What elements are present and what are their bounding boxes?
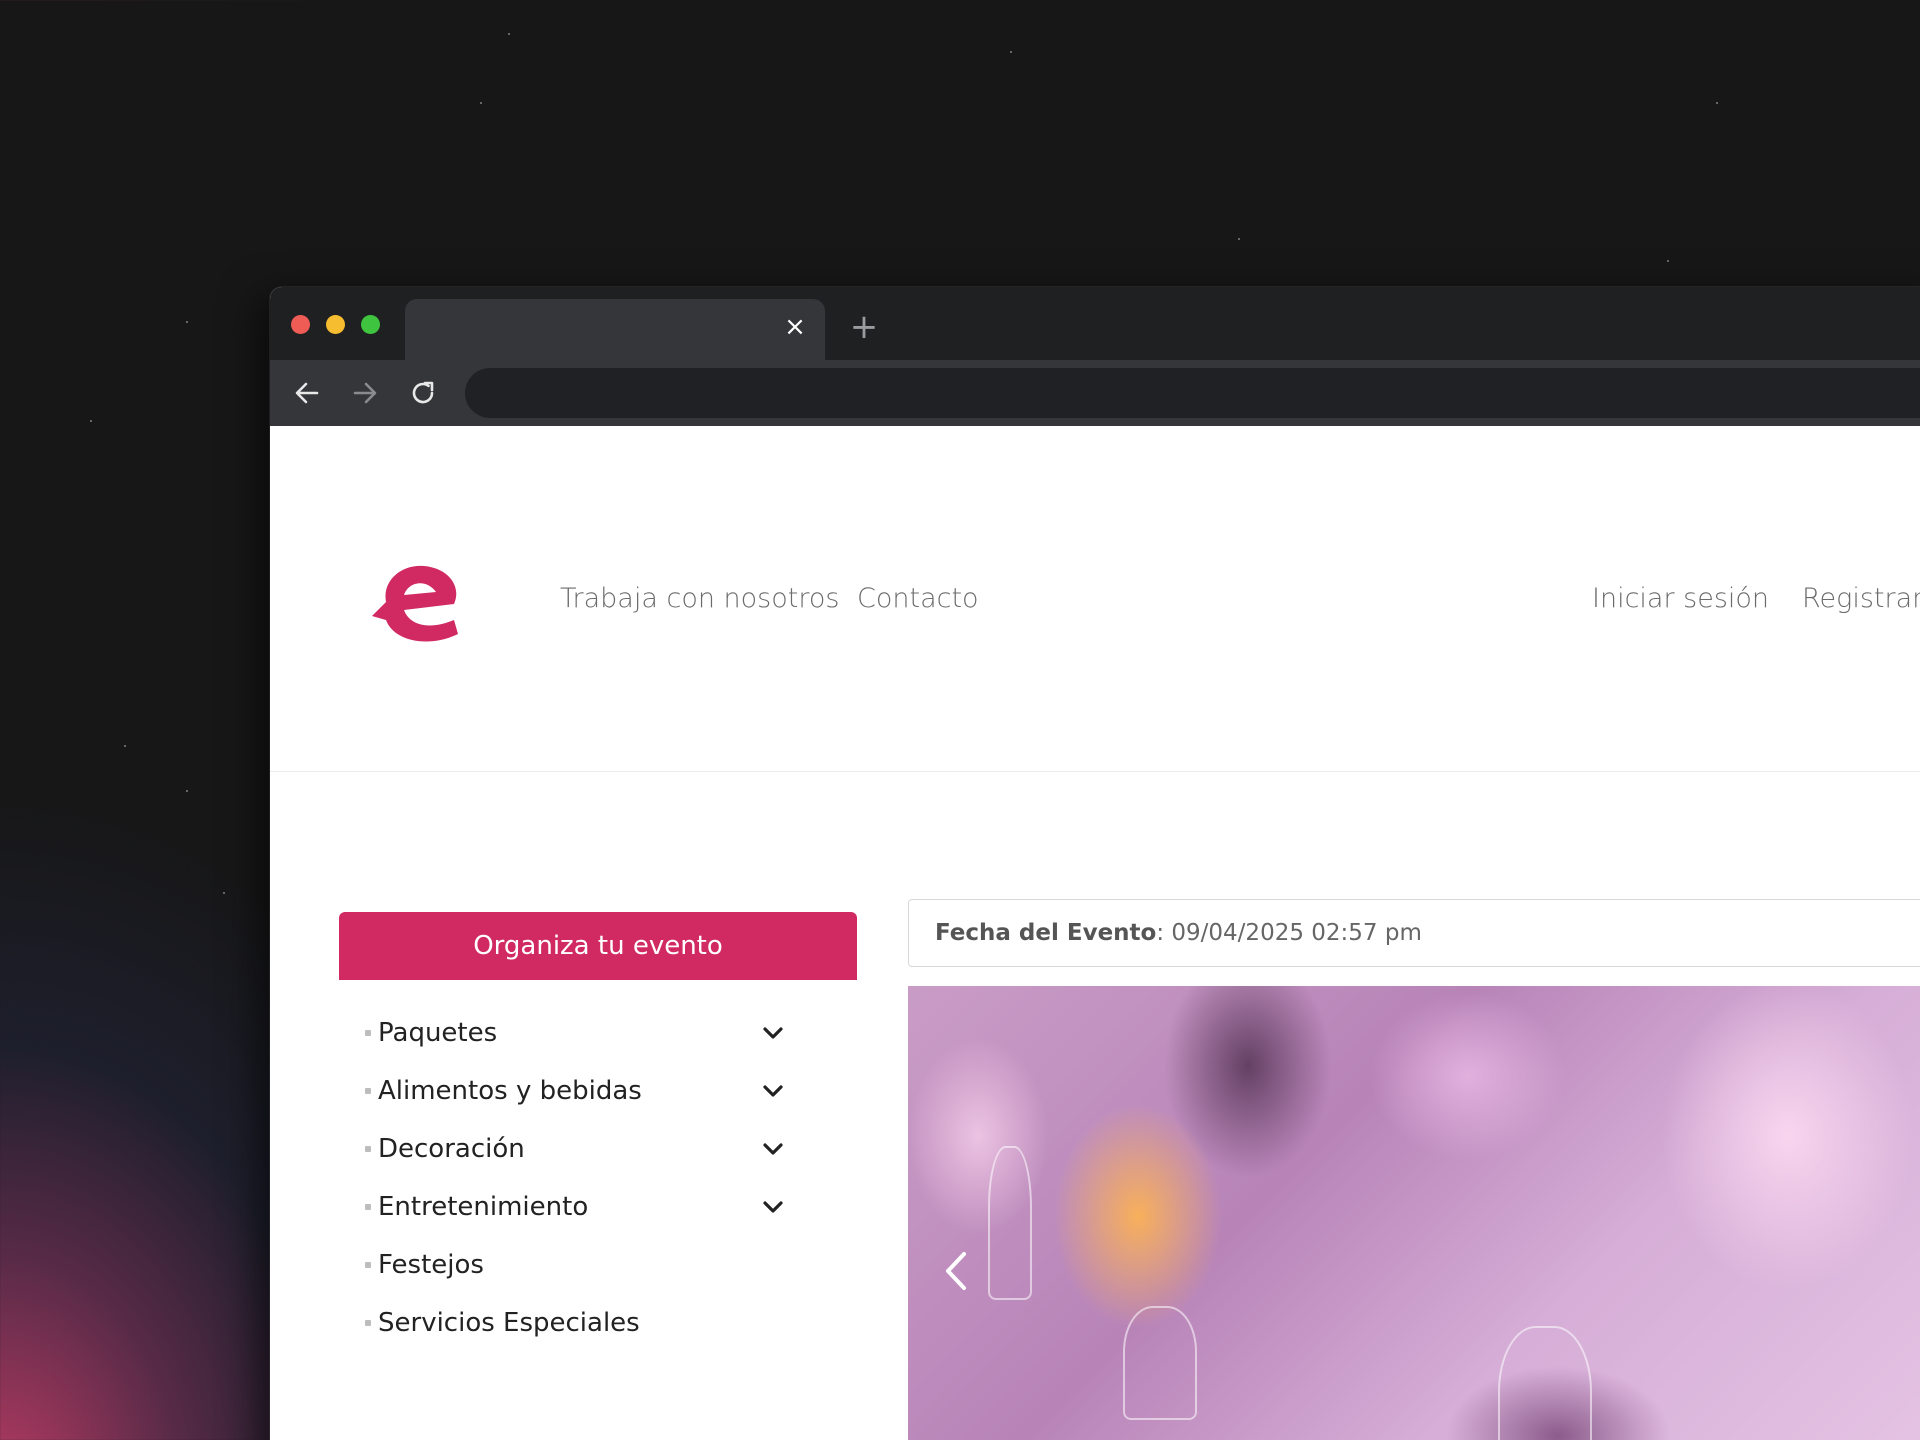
- organize-event-button[interactable]: Organiza tu evento: [339, 912, 857, 980]
- bullet-icon: [365, 1030, 371, 1036]
- nav-link-work-with-us[interactable]: Trabaja con nosotros: [560, 583, 839, 614]
- menu-item-label: Servicios Especiales: [378, 1308, 640, 1338]
- menu-item-food-drinks[interactable]: Alimentos y bebidas: [365, 1062, 785, 1120]
- background-star: [508, 33, 510, 35]
- bullet-icon: [365, 1146, 371, 1152]
- close-window-button[interactable]: [291, 315, 310, 334]
- bullet-icon: [365, 1320, 371, 1326]
- background-star: [480, 102, 482, 104]
- browser-window: × + Trabaja con nosotros Contacto Inicia…: [270, 287, 1920, 1440]
- bullet-icon: [365, 1262, 371, 1268]
- menu-item-label: Festejos: [378, 1250, 484, 1280]
- event-date-value: : 09/04/2025 02:57 pm: [1156, 920, 1422, 946]
- address-bar[interactable]: [465, 368, 1920, 418]
- chevron-left-icon[interactable]: [936, 1246, 976, 1296]
- site-header: Trabaja con nosotros Contacto Iniciar se…: [270, 426, 1920, 772]
- web-page: Trabaja con nosotros Contacto Iniciar se…: [270, 426, 1920, 1440]
- menu-item-label: Alimentos y bebidas: [378, 1076, 642, 1106]
- menu-item-label: Entretenimiento: [378, 1192, 589, 1222]
- menu-item-special-services[interactable]: Servicios Especiales: [365, 1294, 785, 1352]
- menu-item-decoration[interactable]: Decoración: [365, 1120, 785, 1178]
- login-link[interactable]: Iniciar sesión: [1592, 583, 1769, 614]
- nav-link-contact[interactable]: Contacto: [857, 583, 979, 614]
- background-star: [223, 892, 225, 894]
- chevron-down-icon[interactable]: [761, 1195, 785, 1219]
- background-star: [124, 745, 126, 747]
- background-star: [186, 790, 188, 792]
- event-date-field[interactable]: Fecha del Evento: 09/04/2025 02:57 pm: [908, 899, 1920, 967]
- bullet-icon: [365, 1204, 371, 1210]
- background-star: [1238, 238, 1240, 240]
- menu-item-label: Paquetes: [378, 1018, 498, 1048]
- minimize-window-button[interactable]: [326, 315, 345, 334]
- background-star: [1716, 102, 1718, 104]
- background-star: [186, 321, 188, 323]
- chevron-down-icon[interactable]: [761, 1021, 785, 1045]
- register-link[interactable]: Registrarse: [1802, 583, 1920, 614]
- new-tab-button[interactable]: +: [848, 310, 880, 344]
- reload-icon[interactable]: [406, 376, 440, 410]
- background-star: [1667, 260, 1669, 262]
- menu-item-entertainment[interactable]: Entretenimiento: [365, 1178, 785, 1236]
- background-star: [90, 420, 92, 422]
- chevron-down-icon[interactable]: [761, 1137, 785, 1161]
- chevron-down-icon[interactable]: [761, 1079, 785, 1103]
- menu-item-packages[interactable]: Paquetes: [365, 1004, 785, 1062]
- browser-toolbar: [270, 360, 1920, 426]
- menu-item-celebrations[interactable]: Festejos: [365, 1236, 785, 1294]
- maximize-window-button[interactable]: [361, 315, 380, 334]
- category-menu: Paquetes Alimentos y bebidas Decoración …: [365, 1004, 785, 1352]
- browser-tab[interactable]: ×: [405, 299, 825, 360]
- menu-item-label: Decoración: [378, 1134, 525, 1164]
- close-tab-icon[interactable]: ×: [781, 313, 809, 341]
- brand-logo[interactable]: [368, 550, 468, 650]
- glass-decoration: [1123, 1306, 1197, 1420]
- hero-carousel: [908, 986, 1920, 1440]
- arrow-right-icon[interactable]: [348, 376, 382, 410]
- background-star: [1010, 51, 1012, 53]
- glass-decoration: [988, 1146, 1032, 1300]
- glass-decoration: [1498, 1326, 1592, 1440]
- browser-titlebar: × +: [270, 287, 1920, 360]
- bullet-icon: [365, 1088, 371, 1094]
- arrow-left-icon[interactable]: [290, 376, 324, 410]
- event-date-label: Fecha del Evento: [935, 920, 1157, 946]
